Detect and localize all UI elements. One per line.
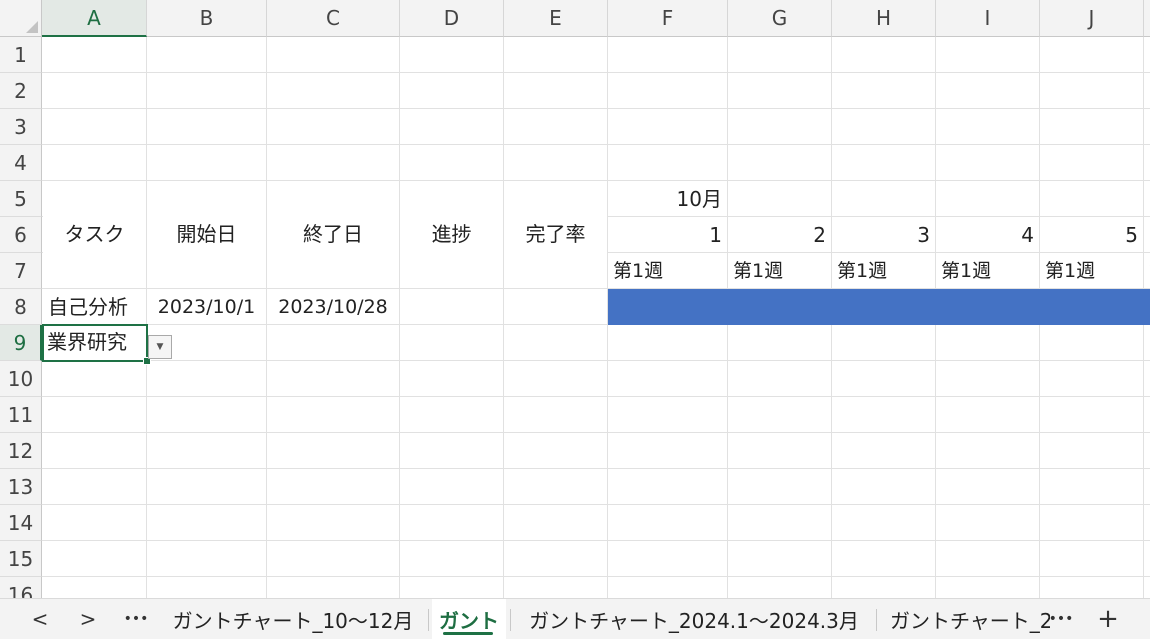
row-header-16[interactable]: 16 <box>0 577 42 598</box>
row-header-11[interactable]: 11 <box>0 397 42 433</box>
tab-separator <box>876 609 877 631</box>
row-header-10[interactable]: 10 <box>0 361 42 397</box>
start-date-cell[interactable]: 2023/10/1 <box>147 289 266 325</box>
row-header-1[interactable]: 1 <box>0 37 42 73</box>
more-sheets-left-button[interactable]: ••• <box>116 599 156 639</box>
column-header-k[interactable] <box>1144 0 1150 37</box>
spreadsheet-grid[interactable]: A B C D E F G H I J 1 2 3 4 5 6 7 8 9 10… <box>0 0 1150 598</box>
gridline <box>399 37 400 598</box>
week-cell[interactable]: 第1週 <box>608 253 728 289</box>
prev-sheet-button[interactable]: < <box>20 599 60 639</box>
week-cell-partial[interactable]: 第 <box>1144 253 1150 289</box>
day-cell[interactable]: 1 <box>608 217 728 253</box>
sheet-tab-4[interactable]: ガントチャート_2 <box>890 599 1050 639</box>
gridline <box>42 108 1150 109</box>
row-header-15[interactable]: 15 <box>0 541 42 577</box>
end-date-cell[interactable]: 2023/10/28 <box>267 289 399 325</box>
row-header-5[interactable]: 5 <box>0 181 42 217</box>
day-cell[interactable]: 4 <box>936 217 1040 253</box>
week-cell[interactable]: 第1週 <box>1040 253 1144 289</box>
sheet-tab-1[interactable]: ガントチャート_10～12月 <box>170 599 416 639</box>
row-header-14[interactable]: 14 <box>0 505 42 541</box>
gridline <box>42 504 1150 505</box>
day-cell[interactable]: 3 <box>832 217 936 253</box>
next-sheet-button[interactable]: > <box>68 599 108 639</box>
row-header-8[interactable]: 8 <box>0 289 42 325</box>
sheet-tab-bar: < > ••• ガントチャート_10～12月 ガント ガントチャート_2024.… <box>0 598 1150 639</box>
gridline <box>42 360 1150 361</box>
column-header-d[interactable]: D <box>400 0 504 37</box>
gridline <box>42 144 1150 145</box>
active-tab-underline <box>443 632 493 635</box>
task-name-cell[interactable]: 自己分析 <box>43 289 146 325</box>
active-cell-a9[interactable]: 業界研究 <box>42 324 148 362</box>
row-header-4[interactable]: 4 <box>0 145 42 181</box>
column-header-e[interactable]: E <box>504 0 608 37</box>
gridline <box>42 72 1150 73</box>
week-cell[interactable]: 第1週 <box>832 253 936 289</box>
row-header-12[interactable]: 12 <box>0 433 42 469</box>
week-cell[interactable]: 第1週 <box>728 253 832 289</box>
column-header-g[interactable]: G <box>728 0 832 37</box>
gridline <box>503 37 504 598</box>
week-cell[interactable]: 第1週 <box>936 253 1040 289</box>
row-header-2[interactable]: 2 <box>0 73 42 109</box>
day-cell[interactable]: 5 <box>1040 217 1144 253</box>
gridline <box>42 396 1150 397</box>
tab-separator <box>510 609 511 631</box>
header-end-date[interactable]: 終了日 <box>267 181 399 288</box>
column-header-f[interactable]: F <box>608 0 728 37</box>
header-progress[interactable]: 進捗 <box>400 181 503 288</box>
chevron-down-icon: ▼ <box>156 342 164 352</box>
dropdown-button[interactable]: ▼ <box>148 335 172 359</box>
day-cell[interactable]: 2 <box>728 217 832 253</box>
gridline <box>42 540 1150 541</box>
column-header-c[interactable]: C <box>267 0 400 37</box>
gridline <box>42 576 1150 577</box>
column-header-h[interactable]: H <box>832 0 936 37</box>
add-sheet-button[interactable]: + <box>1088 599 1128 639</box>
column-header-b[interactable]: B <box>147 0 267 37</box>
month-label[interactable]: 10月 <box>608 181 728 217</box>
row-header-9[interactable]: 9 <box>0 325 42 361</box>
row-header-7[interactable]: 7 <box>0 253 42 289</box>
select-all-triangle <box>26 21 38 33</box>
sheet-tab-3[interactable]: ガントチャート_2024.1～2024.3月 <box>524 599 864 639</box>
row-header-3[interactable]: 3 <box>0 109 42 145</box>
tab-separator <box>428 609 429 631</box>
header-start-date[interactable]: 開始日 <box>147 181 266 288</box>
column-header-i[interactable]: I <box>936 0 1040 37</box>
row-header-13[interactable]: 13 <box>0 469 42 505</box>
column-header-j[interactable]: J <box>1040 0 1144 37</box>
select-all-corner[interactable] <box>0 0 42 37</box>
gantt-bar[interactable] <box>608 289 1150 325</box>
column-header-a[interactable]: A <box>42 0 147 37</box>
gridline <box>42 432 1150 433</box>
row-header-6[interactable]: 6 <box>0 217 42 253</box>
header-completion-rate[interactable]: 完了率 <box>504 181 607 288</box>
gridline <box>42 468 1150 469</box>
more-sheets-right-button[interactable]: ••• <box>1041 599 1081 639</box>
header-task[interactable]: タスク <box>43 181 146 288</box>
